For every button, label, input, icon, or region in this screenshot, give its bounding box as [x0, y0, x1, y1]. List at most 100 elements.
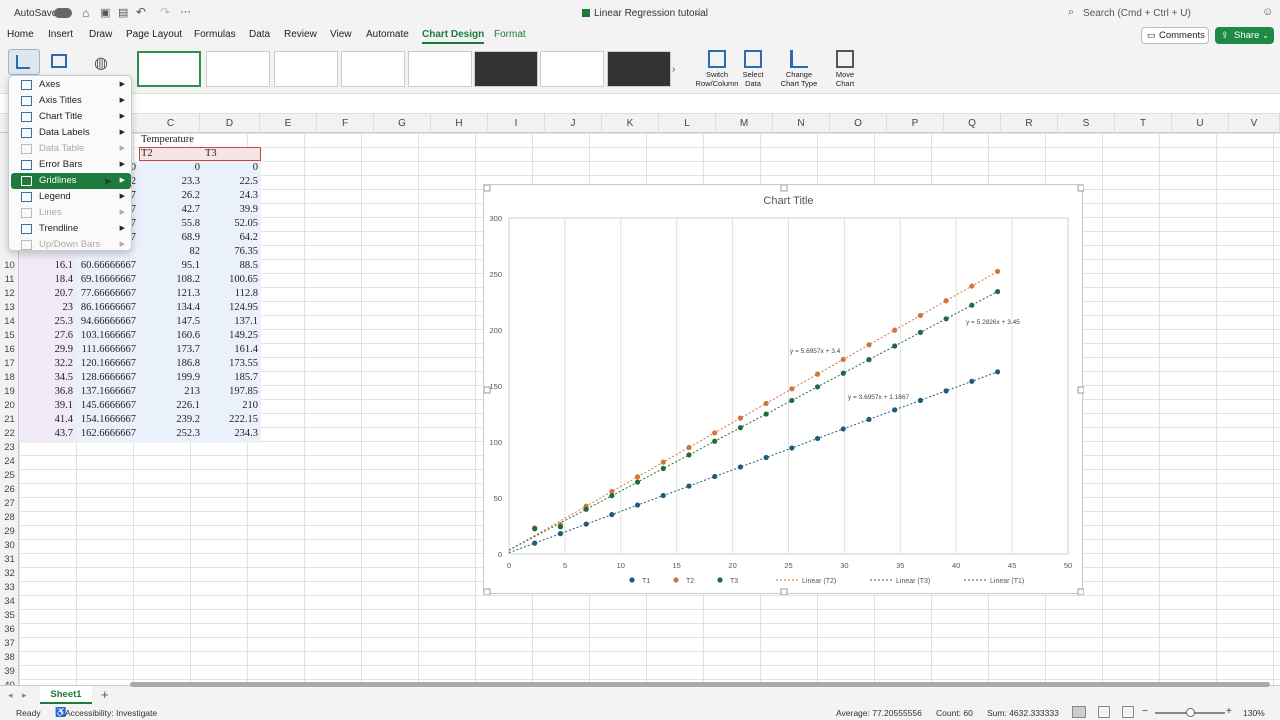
chart-style-6[interactable] — [474, 51, 538, 87]
row-header[interactable]: 20 — [0, 399, 19, 413]
column-header[interactable]: Q — [944, 114, 1001, 133]
chevron-right-icon[interactable]: › — [672, 64, 675, 75]
data-cell[interactable]: 52.05 — [203, 217, 261, 231]
row-header[interactable]: 28 — [0, 511, 19, 525]
data-cell[interactable]: 121.3 — [139, 287, 203, 301]
data-cell[interactable]: 137.1666667 — [76, 385, 139, 399]
column-header[interactable]: P — [887, 114, 944, 133]
data-cell[interactable]: 112.8 — [203, 287, 261, 301]
tab-automate[interactable]: Automate — [366, 29, 409, 40]
data-cell[interactable]: 42.7 — [139, 203, 203, 217]
row-header[interactable]: 15 — [0, 329, 19, 343]
data-cell[interactable]: 23 — [19, 301, 76, 315]
print-icon[interactable]: ▤ — [118, 6, 128, 19]
data-cell[interactable]: 0 — [203, 161, 261, 175]
row-header[interactable]: 30 — [0, 539, 19, 553]
data-cell[interactable]: 239.2 — [139, 413, 203, 427]
data-cell[interactable]: 252.3 — [139, 427, 203, 441]
redo-icon[interactable]: ↷ — [160, 5, 170, 19]
undo-icon[interactable]: ↶ — [136, 5, 146, 19]
tab-view[interactable]: View — [330, 29, 352, 40]
chart-style-8[interactable] — [607, 51, 671, 87]
data-cell[interactable]: 213 — [139, 385, 203, 399]
row-header[interactable]: 19 — [0, 385, 19, 399]
column-header[interactable]: I — [488, 114, 545, 133]
data-cell[interactable]: 41.4 — [19, 413, 76, 427]
add-chart-element-button[interactable] — [8, 49, 40, 75]
tab-review[interactable]: Review — [284, 29, 317, 40]
data-cell[interactable]: 60.66666667 — [76, 259, 139, 273]
formula-bar[interactable] — [0, 94, 1280, 114]
tab-format[interactable]: Format — [494, 29, 526, 40]
data-cell[interactable]: 55.8 — [139, 217, 203, 231]
row-header[interactable]: 36 — [0, 623, 19, 637]
data-cell[interactable]: 23.3 — [139, 175, 203, 189]
column-header[interactable]: M — [716, 114, 773, 133]
column-header[interactable]: S — [1058, 114, 1115, 133]
tab-insert[interactable]: Insert — [48, 29, 73, 40]
account-icon[interactable]: ☺ — [1262, 6, 1273, 18]
move-chart-button[interactable]: Move Chart — [832, 50, 858, 88]
normal-view-icon[interactable] — [1072, 706, 1086, 718]
data-cell[interactable]: 226.1 — [139, 399, 203, 413]
autosave-toggle[interactable] — [54, 8, 72, 18]
data-cell[interactable]: 149.25 — [203, 329, 261, 343]
data-cell[interactable]: 103.1666667 — [76, 329, 139, 343]
data-cell[interactable]: 197.85 — [203, 385, 261, 399]
header-t3[interactable]: T3 — [205, 147, 220, 161]
data-cell[interactable]: 173.7 — [139, 343, 203, 357]
scatter-chart[interactable]: 0 5 10 15 20 25 30 35 40 45 50 0 50 100 150 200 250 300 Ch… — [483, 184, 1085, 596]
save-icon[interactable]: ▣ — [100, 6, 110, 19]
data-cell[interactable]: 160.6 — [139, 329, 203, 343]
data-cell[interactable]: 162.6666667 — [76, 427, 139, 441]
data-cell[interactable]: 124.95 — [203, 301, 261, 315]
column-header[interactable]: U — [1172, 114, 1229, 133]
row-header[interactable]: 35 — [0, 609, 19, 623]
data-cell[interactable]: 111.6666667 — [76, 343, 139, 357]
column-header[interactable]: N — [773, 114, 830, 133]
data-cell[interactable]: 0 — [139, 161, 203, 175]
data-cell[interactable]: 36.8 — [19, 385, 76, 399]
row-header[interactable]: 37 — [0, 637, 19, 651]
data-cell[interactable]: 26.2 — [139, 189, 203, 203]
zoom-out-icon[interactable]: − — [1142, 706, 1148, 717]
row-header[interactable]: 22 — [0, 427, 19, 441]
row-header[interactable]: 29 — [0, 525, 19, 539]
data-cell[interactable]: 39.9 — [203, 203, 261, 217]
data-cell[interactable]: 173.55 — [203, 357, 261, 371]
column-header[interactable]: T — [1115, 114, 1172, 133]
data-cell[interactable]: 29.9 — [19, 343, 76, 357]
data-cell[interactable]: 43.7 — [19, 427, 76, 441]
next-sheet-icon[interactable]: ▸ — [22, 690, 27, 701]
row-header[interactable]: 31 — [0, 553, 19, 567]
row-header[interactable]: 24 — [0, 455, 19, 469]
column-header[interactable]: R — [1001, 114, 1058, 133]
column-header[interactable]: K — [602, 114, 659, 133]
chart-style-7[interactable] — [540, 51, 604, 87]
data-cell[interactable]: 185.7 — [203, 371, 261, 385]
menu-item-legend[interactable]: Legend ▶ — [11, 189, 131, 205]
data-cell[interactable]: 64.2 — [203, 231, 261, 245]
change-chart-type-button[interactable]: Change Chart Type — [777, 50, 821, 88]
data-cell[interactable]: 88.5 — [203, 259, 261, 273]
data-cell[interactable]: 24.3 — [203, 189, 261, 203]
data-cell[interactable]: 234.3 — [203, 427, 261, 441]
column-header[interactable]: H — [431, 114, 488, 133]
menu-item-axes[interactable]: Axes ▶ — [11, 77, 131, 93]
column-header[interactable]: E — [260, 114, 317, 133]
data-cell[interactable]: 210 — [203, 399, 261, 413]
data-cell[interactable]: 100.65 — [203, 273, 261, 287]
data-cell[interactable]: 69.16666667 — [76, 273, 139, 287]
prev-sheet-icon[interactable]: ◂ — [8, 690, 13, 701]
column-header[interactable]: J — [545, 114, 602, 133]
home-icon[interactable]: ⌂ — [82, 6, 89, 20]
menu-item-chart-title[interactable]: Chart Title ▶ — [11, 109, 131, 125]
data-cell[interactable]: 16.1 — [19, 259, 76, 273]
tab-home[interactable]: Home — [7, 29, 34, 40]
row-header[interactable]: 33 — [0, 581, 19, 595]
data-cell[interactable]: 68.9 — [139, 231, 203, 245]
column-header[interactable]: C — [142, 114, 200, 133]
search-box[interactable]: Search (Cmd + Ctrl + U) — [1083, 8, 1191, 19]
data-cell[interactable]: 154.1666667 — [76, 413, 139, 427]
tab-chart-design[interactable]: Chart Design — [422, 29, 485, 44]
